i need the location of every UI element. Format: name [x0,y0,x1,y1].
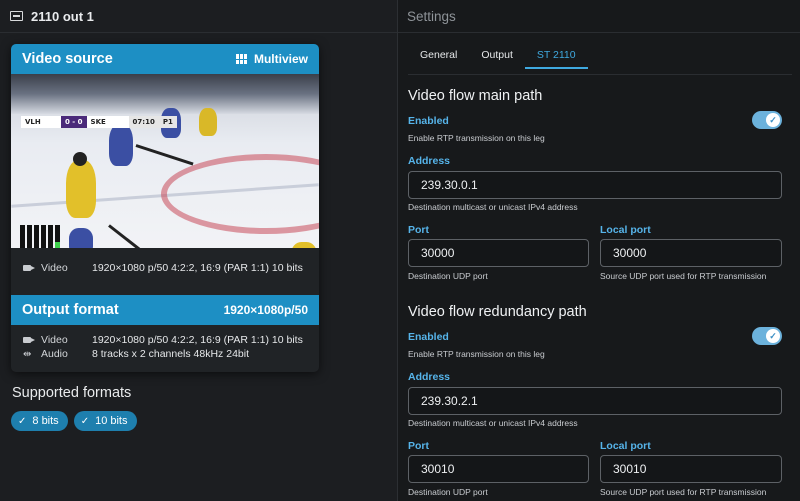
redundancy-enabled-label: Enabled [408,331,449,343]
redundancy-enabled-toggle[interactable]: ✓ [752,327,782,345]
check-icon: ✓ [766,113,780,127]
multiview-button[interactable]: Multiview [235,52,308,66]
video-source-title: Video source [22,51,113,67]
window-icon [10,11,23,21]
video-source-bar: Video source Multiview [11,44,319,74]
tab-general[interactable]: General [408,49,469,69]
source-info: Video 1920×1080 p/50 4:2:2, 16:9 (PAR 1:… [11,248,319,295]
player-yellow [66,160,96,218]
tab-output[interactable]: Output [469,49,525,69]
scorebug-score: 0 - 0 [61,116,87,128]
chip-label: 8 bits [32,415,59,427]
main-port-hint: Destination UDP port [408,271,488,281]
output-format-title: Output format [22,302,119,318]
output-info: Video 1920×1080 p/50 4:2:2, 16:9 (PAR 1:… [11,325,319,362]
output-video-label: Video [41,334,68,346]
main-path-title: Video flow main path [408,88,543,104]
audio-meter-3 [34,225,39,248]
audio-meter-5 [48,225,53,248]
main-port-label: Port [408,224,429,236]
format-chip-8bits[interactable]: ✓ 8 bits [11,411,68,431]
main-port-input[interactable]: 30000 [408,239,589,267]
redundancy-path-title: Video flow redundancy path [408,304,587,320]
audio-meter-1 [20,225,25,248]
main-enabled-toggle[interactable]: ✓ [752,111,782,129]
multiview-label: Multiview [253,52,308,66]
source-video-label: Video [41,262,68,274]
output-video-value: 1920×1080 p/50 4:2:2, 16:9 (PAR 1:1) 10 … [92,334,303,346]
main-address-label: Address [408,155,451,167]
output-audio-value: 8 tracks x 2 channels 48kHz 24bit [92,348,249,360]
camera-icon [23,335,37,346]
main-enabled-hint: Enable RTP transmission on this leg [408,133,545,143]
main-enabled-label: Enabled [408,115,449,127]
audio-meters [20,225,60,248]
output-format-value: 1920×1080p/50 [223,303,308,317]
redundancy-enabled-hint: Enable RTP transmission on this leg [408,349,545,359]
output-format-bar: Output format 1920×1080p/50 [11,295,319,325]
format-chip-10bits[interactable]: ✓ 10 bits [73,411,137,431]
scorebug-home: VLH [21,116,61,128]
check-icon: ✓ [18,415,27,427]
scorebug-period: P1 [158,116,177,128]
audio-meter-2 [27,225,32,248]
check-icon: ✓ [80,415,90,427]
main-address-input[interactable]: 239.30.0.1 [408,171,782,199]
settings-tabs: General Output ST 2110 [408,49,588,69]
output-card: Video source Multiview VLH 0 - 0 SKE 07:… [11,44,319,372]
output-video-row: Video 1920×1080 p/50 4:2:2, 16:9 (PAR 1:… [23,332,319,348]
redundancy-local-port-label: Local port [600,440,651,452]
audio-meter-6 [55,225,60,248]
output-title: 2110 out 1 [31,8,94,24]
main-local-port-input[interactable]: 30000 [600,239,782,267]
source-video-row: Video 1920×1080 p/50 4:2:2, 16:9 (PAR 1:… [23,260,319,276]
hockey-stick [108,224,173,248]
video-preview[interactable]: VLH 0 - 0 SKE 07:10 P1 [11,74,319,248]
scorebug-clock: 07:10 [128,116,159,128]
audio-split-icon: ⇹ [23,348,32,360]
source-video-value: 1920×1080 p/50 4:2:2, 16:9 (PAR 1:1) 10 … [92,262,303,274]
redundancy-address-hint: Destination multicast or unicast IPv4 ad… [408,418,578,428]
output-header: 2110 out 1 [0,0,397,33]
output-audio-label: Audio [41,348,68,360]
audio-meter-4 [41,225,46,248]
settings-panel: Settings General Output ST 2110 Video fl… [398,0,800,501]
camera-icon [23,263,37,274]
supported-formats-title: Supported formats [12,385,132,401]
main-local-port-hint: Source UDP port used for RTP transmissio… [600,271,767,281]
redundancy-local-port-input[interactable]: 30010 [600,455,782,483]
supported-formats-chips: ✓ 8 bits ✓ 10 bits [11,411,137,431]
settings-header: Settings [398,0,800,33]
redundancy-local-port-hint: Source UDP port used for RTP transmissio… [600,487,767,497]
output-panel: 2110 out 1 Video source Multiview VLH 0 … [0,0,397,501]
redundancy-port-hint: Destination UDP port [408,487,488,497]
check-icon: ✓ [766,329,780,343]
redundancy-port-label: Port [408,440,429,452]
chip-label: 10 bits [95,415,128,427]
redundancy-address-label: Address [408,371,451,383]
main-address-hint: Destination multicast or unicast IPv4 ad… [408,202,578,212]
ice-marking [161,154,319,234]
main-local-port-label: Local port [600,224,651,236]
output-audio-row: ⇹ Audio 8 tracks x 2 channels 48kHz 24bi… [23,346,319,362]
redundancy-port-input[interactable]: 30010 [408,455,589,483]
redundancy-address-input[interactable]: 239.30.2.1 [408,387,782,415]
grid-icon [235,54,247,64]
settings-title: Settings [407,8,456,24]
scorebug: VLH 0 - 0 SKE 07:10 P1 [21,116,177,128]
tab-st2110[interactable]: ST 2110 [524,49,588,69]
player-blue [109,124,133,166]
scorebug-away: SKE [86,116,129,128]
